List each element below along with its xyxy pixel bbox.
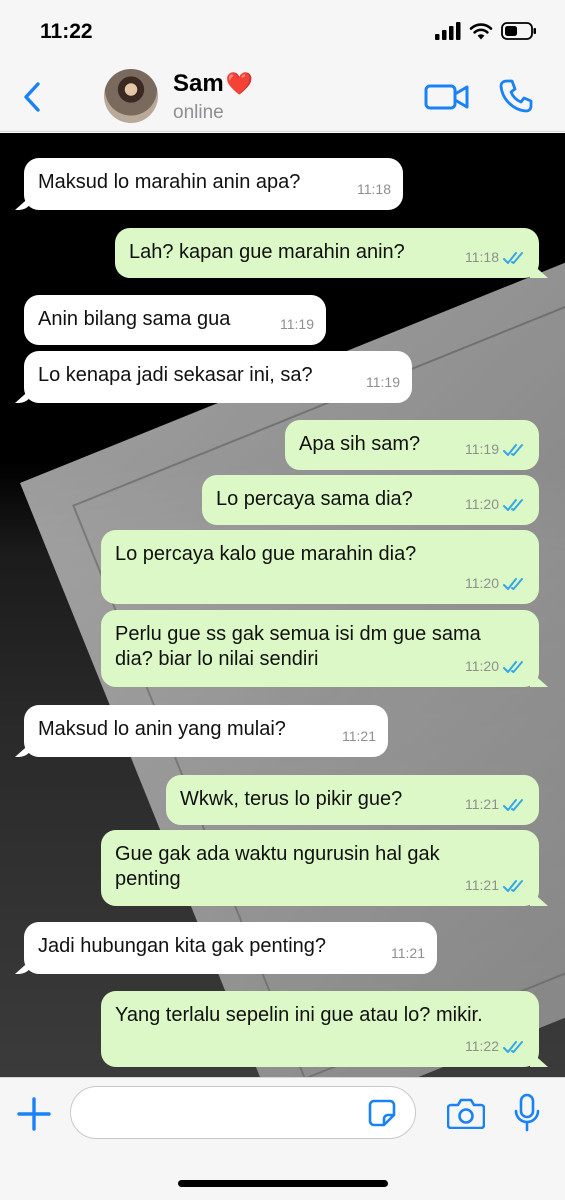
message-text: Lo percaya sama dia?	[216, 488, 413, 510]
message-text: Anin bilang sama gua	[38, 308, 231, 330]
plus-icon[interactable]	[16, 1096, 52, 1132]
message-time: 11:19	[280, 316, 314, 332]
message-bubble-outgoing[interactable]: Perlu gue ss gak semua isi dm gue sama d…	[101, 610, 539, 687]
message-text: Gue gak ada waktu ngurusin hal gak penti…	[115, 843, 440, 890]
message-meta: 11:19	[465, 437, 527, 462]
message-bubble-outgoing[interactable]: Wkwk, terus lo pikir gue? 11:21	[166, 775, 539, 825]
message-bubble-incoming[interactable]: Jadi hubungan kita gak penting? 11:21	[24, 922, 437, 974]
message-input[interactable]	[70, 1086, 416, 1139]
message-meta: 11:21	[342, 724, 376, 749]
contact-status: online	[173, 102, 224, 123]
back-icon[interactable]	[18, 80, 48, 114]
read-ticks-icon	[503, 798, 523, 811]
message-time: 11:20	[465, 575, 499, 591]
battery-icon	[501, 22, 536, 40]
message-text: Jadi hubungan kita gak penting?	[38, 935, 327, 957]
message-meta: 11:20	[465, 654, 527, 679]
message-meta: 11:18	[465, 245, 527, 270]
chat-area[interactable]: Maksud lo marahin anin apa? 11:18 Lah? k…	[0, 133, 565, 1077]
status-bar: 11:22	[0, 0, 565, 60]
home-indicator	[178, 1180, 388, 1187]
message-meta: 11:21	[391, 941, 425, 966]
message-meta: 11:19	[366, 370, 400, 395]
message-time: 11:21	[342, 728, 376, 744]
message-text: Lo kenapa jadi sekasar ini, sa?	[38, 364, 313, 386]
message-meta: 11:21	[465, 792, 527, 817]
message-time: 11:20	[465, 496, 499, 512]
read-ticks-icon	[503, 1040, 523, 1053]
message-bubble-outgoing[interactable]: Yang terlalu sepelin ini gue atau lo? mi…	[101, 991, 539, 1067]
read-ticks-icon	[503, 879, 523, 892]
message-bubble-incoming[interactable]: Lo kenapa jadi sekasar ini, sa? 11:19	[24, 351, 412, 403]
message-bubble-outgoing[interactable]: Lo percaya sama dia? 11:20	[202, 475, 539, 525]
message-bubble-outgoing[interactable]: Lah? kapan gue marahin anin? 11:18	[115, 228, 539, 278]
message-text: Maksud lo anin yang mulai?	[38, 718, 286, 740]
heart-icon: ❤️	[225, 71, 254, 96]
status-time: 11:22	[40, 20, 93, 43]
message-meta: 11:22	[465, 1034, 527, 1059]
read-ticks-icon	[503, 443, 523, 456]
signal-icon	[435, 22, 461, 40]
message-text: Lo percaya kalo gue marahin dia?	[115, 543, 417, 565]
microphone-icon[interactable]	[513, 1093, 541, 1133]
message-text: Apa sih sam?	[299, 433, 421, 455]
message-time: 11:20	[465, 658, 499, 674]
message-meta: 11:19	[280, 312, 314, 337]
camera-icon[interactable]	[447, 1097, 485, 1129]
read-ticks-icon	[503, 498, 523, 511]
message-text: Wkwk, terus lo pikir gue?	[180, 788, 403, 810]
read-ticks-icon	[503, 251, 523, 264]
status-icons	[435, 22, 537, 40]
message-bubble-outgoing[interactable]: Lo percaya kalo gue marahin dia? 11:20	[101, 530, 539, 604]
message-bubble-outgoing[interactable]: Apa sih sam? 11:19	[285, 420, 539, 470]
message-time: 11:21	[391, 945, 425, 961]
message-meta: 11:20	[465, 571, 527, 596]
sticker-icon[interactable]	[368, 1099, 396, 1127]
message-time: 11:18	[357, 181, 391, 197]
message-text: Yang terlalu sepelin ini gue atau lo? mi…	[115, 1004, 483, 1026]
contact-name-text: Sam	[173, 70, 224, 97]
message-meta: 11:20	[465, 492, 527, 517]
message-bubble-incoming[interactable]: Anin bilang sama gua 11:19	[24, 295, 326, 345]
read-ticks-icon	[503, 660, 523, 673]
message-time: 11:21	[465, 877, 499, 893]
read-ticks-icon	[503, 577, 523, 590]
video-call-icon[interactable]	[424, 82, 470, 112]
message-text: Perlu gue ss gak semua isi dm gue sama d…	[115, 623, 481, 670]
message-input-bar	[0, 1077, 565, 1200]
message-time: 11:21	[465, 796, 499, 812]
message-meta: 11:21	[465, 873, 527, 898]
message-bubble-incoming[interactable]: Maksud lo anin yang mulai? 11:21	[24, 705, 388, 757]
message-time: 11:19	[465, 441, 499, 457]
contact-name[interactable]: Sam❤️	[173, 70, 253, 98]
phone-icon[interactable]	[498, 78, 534, 114]
message-bubble-outgoing[interactable]: Gue gak ada waktu ngurusin hal gak penti…	[101, 830, 539, 906]
contact-avatar[interactable]	[104, 69, 158, 123]
message-time: 11:19	[366, 374, 400, 390]
message-text: Maksud lo marahin anin apa?	[38, 171, 301, 193]
message-bubble-incoming[interactable]: Maksud lo marahin anin apa? 11:18	[24, 158, 403, 210]
chat-header: Sam❤️ online	[0, 60, 565, 132]
message-time: 11:18	[465, 249, 499, 265]
message-time: 11:22	[465, 1038, 499, 1054]
message-meta: 11:18	[357, 177, 391, 202]
message-text: Lah? kapan gue marahin anin?	[129, 241, 405, 263]
wifi-icon	[469, 23, 493, 40]
